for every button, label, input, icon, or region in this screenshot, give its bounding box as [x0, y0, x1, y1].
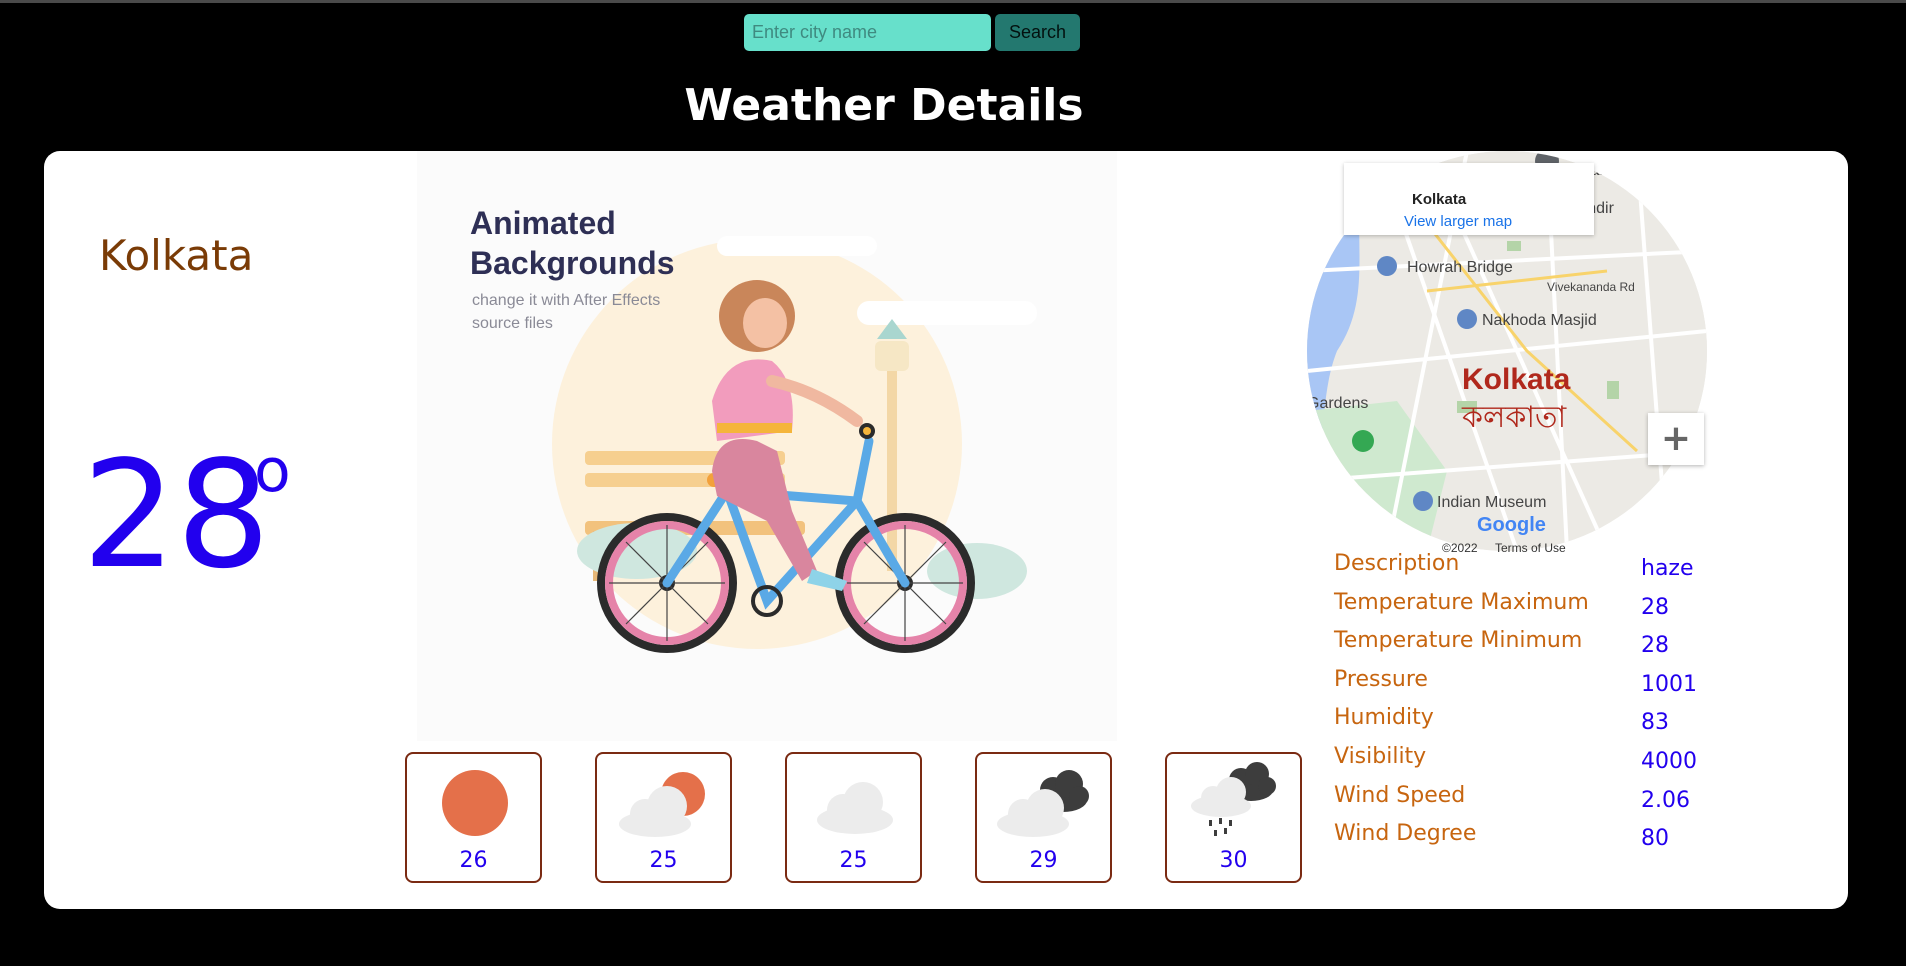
map-place-howrah-bridge: Howrah Bridge: [1407, 259, 1513, 276]
detail-label: Humidity: [1334, 705, 1434, 731]
detail-value: 83: [1641, 710, 1669, 736]
forecast-card: 25: [595, 752, 732, 883]
google-logo: Google: [1477, 514, 1546, 536]
detail-value: haze: [1641, 556, 1694, 581]
search-button[interactable]: Search: [995, 14, 1080, 51]
detail-row-temp-max: Temperature Maximum 28: [1334, 590, 1754, 629]
weather-details-list: Description haze Temperature Maximum 28 …: [1334, 551, 1754, 860]
map-place-nakhoda-masjid: Nakhoda Masjid: [1482, 312, 1597, 329]
detail-row-humidity: Humidity 83: [1334, 705, 1754, 744]
forecast-temp: 30: [1219, 848, 1248, 873]
map-place-gardens: Gardens: [1307, 395, 1368, 412]
forecast-card: 26: [405, 752, 542, 883]
forecast-card: 29: [975, 752, 1112, 883]
forecast-card: 30: [1165, 752, 1302, 883]
city-name: Kolkata: [99, 231, 254, 280]
map-place-indian-museum: Indian Museum: [1437, 494, 1546, 511]
cloud-icon: [817, 782, 893, 834]
sun-icon: [442, 770, 508, 836]
page-title: Weather Details: [684, 80, 1084, 131]
detail-label: Temperature Maximum: [1334, 589, 1589, 615]
detail-value: 28: [1641, 633, 1669, 659]
detail-label: Temperature Minimum: [1334, 628, 1583, 654]
city-search-input[interactable]: [744, 14, 991, 51]
detail-label: Description: [1334, 551, 1460, 576]
detail-value: 1001: [1641, 671, 1697, 697]
map-zoom-in-button[interactable]: +: [1648, 413, 1704, 465]
forecast-temp: 29: [1029, 848, 1058, 873]
detail-row-description: Description haze: [1334, 551, 1754, 590]
detail-value: 2.06: [1641, 787, 1690, 813]
illustration-title: Animated Backgrounds: [470, 205, 675, 281]
detail-value: 80: [1641, 826, 1669, 852]
rain-cloud-icon: [1191, 762, 1276, 836]
forecast-temp: 25: [839, 848, 868, 873]
detail-row-wind-speed: Wind Speed 2.06: [1334, 783, 1754, 822]
map-city-label: Kolkata: [1462, 363, 1571, 396]
detail-label: Wind Degree: [1334, 821, 1477, 847]
map-info-box: Kolkata View larger map: [1344, 163, 1594, 235]
forecast-temp: 25: [649, 848, 678, 873]
detail-row-pressure: Pressure 1001: [1334, 667, 1754, 706]
window-top-border: [0, 0, 1906, 3]
current-temperature: 28: [82, 429, 271, 601]
map-place-vivekananda-rd: Vivekananda Rd: [1547, 280, 1635, 294]
detail-label: Pressure: [1334, 666, 1428, 692]
degree-symbol: o: [254, 436, 291, 506]
detail-row-visibility: Visibility 4000: [1334, 744, 1754, 783]
forecast-temp: 26: [459, 848, 488, 873]
dark-cloud-icon: [997, 770, 1089, 837]
detail-row-wind-degree: Wind Degree 80: [1334, 821, 1754, 860]
forecast-card: 25: [785, 752, 922, 883]
sun-cloud-icon: [619, 772, 705, 837]
detail-label: Wind Speed: [1334, 782, 1466, 808]
detail-value: 28: [1641, 594, 1669, 620]
detail-row-temp-min: Temperature Minimum 28: [1334, 628, 1754, 667]
weather-card: Kolkata 28 o Animated Backgrounds change…: [44, 151, 1848, 909]
detail-label: Visibility: [1334, 743, 1427, 769]
detail-value: 4000: [1641, 748, 1697, 774]
map-info-title: Kolkata: [1412, 191, 1467, 208]
view-larger-map-link[interactable]: View larger map: [1404, 213, 1512, 230]
map-city-label-bengali: কলকাতা: [1461, 400, 1568, 435]
illustration-subtitle: change it with After Effects source file…: [472, 292, 661, 332]
